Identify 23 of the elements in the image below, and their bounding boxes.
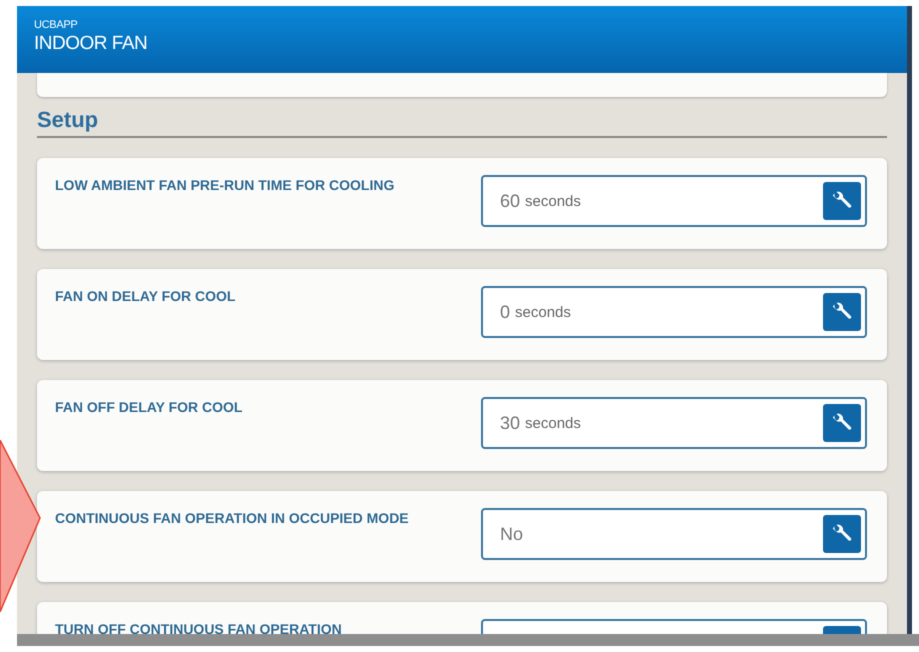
settings-button[interactable] xyxy=(823,515,861,553)
value-field[interactable]: 60 seconds xyxy=(481,175,867,227)
app-name: UCBAPP xyxy=(34,19,78,31)
setting-label: CONTINUOUS FAN OPERATION IN OCCUPIED MODE xyxy=(55,509,410,528)
settings-button[interactable] xyxy=(823,182,861,220)
value-text: 30 xyxy=(500,412,520,434)
page-title: INDOOR FAN xyxy=(34,33,148,55)
value-field[interactable]: No xyxy=(481,508,867,560)
settings-button[interactable] xyxy=(823,293,861,331)
unit-text: seconds xyxy=(525,414,581,432)
unit-text: seconds xyxy=(525,192,581,210)
value-text: 60 xyxy=(500,190,520,212)
setting-label: FAN ON DELAY FOR COOL xyxy=(55,287,236,306)
value-field[interactable]: 0 seconds xyxy=(481,286,867,338)
value-text: 0 xyxy=(500,302,510,322)
value-field[interactable]: 30 seconds xyxy=(481,397,867,449)
section-title: Setup xyxy=(37,97,887,138)
setting-label: TURN OFF CONTINUOUS FAN OPERATION xyxy=(55,620,343,634)
setting-label: FAN OFF DELAY FOR COOL xyxy=(55,398,244,417)
setting-label: LOW AMBIENT FAN PRE-RUN TIME FOR COOLING xyxy=(55,176,396,195)
settings-button[interactable] xyxy=(823,404,861,442)
unit-text: seconds xyxy=(515,304,571,320)
value-text: No xyxy=(500,524,524,544)
